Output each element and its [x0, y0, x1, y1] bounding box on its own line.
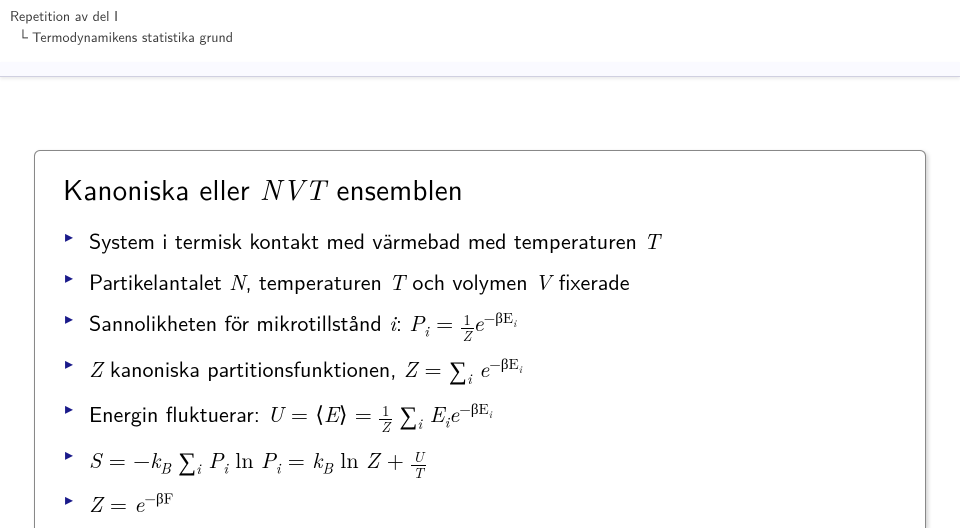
- exp: −βE: [489, 353, 518, 374]
- exp: −βF: [144, 488, 173, 509]
- sym-e: e: [479, 353, 489, 384]
- sym-e: e: [449, 398, 459, 429]
- ln: ln: [228, 444, 261, 475]
- sum-sub: i: [467, 368, 472, 391]
- sym-k: k: [312, 444, 322, 475]
- header-divider: [0, 62, 960, 77]
- exp: −βE: [484, 307, 513, 328]
- sub-B: B: [160, 457, 171, 478]
- list-item: Z = e−βF: [63, 486, 897, 521]
- sym-V: V: [535, 266, 551, 297]
- angle-left-icon: ⟨: [315, 398, 324, 429]
- bullet-list: System i termisk kontakt med värmebad me…: [63, 223, 897, 522]
- fraction: UT: [411, 450, 426, 481]
- sym-S: S: [89, 444, 101, 475]
- sym-Z: Z: [366, 444, 380, 475]
- sym-E: E: [324, 398, 339, 429]
- frac-den: Z: [461, 329, 474, 344]
- list-item: Energin fluktuerar: U = ⟨E⟩ = 1Z ∑iEie−β…: [63, 395, 897, 435]
- sym-e: e: [134, 488, 144, 519]
- sym-N: N: [229, 266, 245, 297]
- ln: ln: [333, 444, 366, 475]
- sym-Z: Z: [89, 488, 103, 519]
- sym-Z: Z: [404, 353, 418, 384]
- title-text-post: ensemblen: [327, 167, 463, 209]
- slide-title: Kanoniska eller NVT ensemblen: [63, 167, 897, 209]
- eq: = −: [101, 444, 150, 475]
- fraction: 1Z: [379, 404, 392, 435]
- tree-branch-icon: └: [18, 27, 32, 48]
- exp-sub: i: [513, 316, 516, 330]
- eq: =: [347, 398, 379, 429]
- sym-E: E: [430, 398, 445, 429]
- eq: =: [103, 488, 135, 519]
- frac-den: T: [411, 466, 426, 481]
- item-text: kanoniska partitionsfunktionen,: [103, 352, 404, 384]
- breadcrumb: Repetition av del I └Termodynamikens sta…: [10, 6, 233, 48]
- item-text: , temperaturen: [245, 265, 389, 297]
- eq: =: [284, 398, 316, 429]
- item-text: Partikelantalet: [89, 265, 229, 297]
- fraction: 1Z: [461, 313, 474, 344]
- list-item: Z kanoniska partitionsfunktionen, Z = ∑i…: [63, 350, 897, 389]
- frac-den: Z: [379, 420, 392, 435]
- sym-k: k: [150, 444, 160, 475]
- sum-sub: i: [418, 413, 423, 436]
- sum-icon: ∑i: [400, 395, 418, 434]
- exp-sub: i: [519, 362, 522, 376]
- item-text: och volymen: [405, 265, 535, 297]
- sym-P: P: [261, 444, 276, 475]
- list-item: Partikelantalet N, temperaturen T och vo…: [63, 264, 897, 299]
- eq: =: [280, 444, 312, 475]
- sym-P: P: [409, 307, 424, 338]
- sum-icon: ∑i: [449, 350, 467, 389]
- eq: =: [429, 307, 461, 338]
- item-text: Energin fluktuerar:: [89, 397, 267, 429]
- sym-P: P: [208, 444, 223, 475]
- item-text: :: [396, 306, 409, 338]
- item-text: System i termisk kontakt med värmebad me…: [89, 224, 644, 256]
- exp: −βE: [459, 398, 488, 419]
- slide-content: Kanoniska eller NVT ensemblen System i t…: [34, 150, 926, 528]
- sum-sub: i: [196, 458, 201, 481]
- sum-icon: ∑i: [178, 441, 196, 480]
- title-nvt: NVT: [260, 168, 327, 209]
- sym-U: U: [267, 398, 283, 429]
- plus: +: [379, 444, 411, 475]
- item-text: Sannolikheten för mikrotillstånd: [89, 306, 389, 338]
- sym-e: e: [474, 307, 484, 338]
- eq: =: [417, 353, 449, 384]
- breadcrumb-line2-text: Termodynamikens statistika grund: [32, 27, 233, 47]
- sym-T: T: [389, 266, 405, 297]
- list-item: System i termisk kontakt med värmebad me…: [63, 223, 897, 258]
- exp-sub: i: [489, 407, 492, 421]
- sym-Z: Z: [89, 353, 103, 384]
- sub-B: B: [322, 457, 333, 478]
- list-item: Sannolikheten för mikrotillstånd i: Pi =…: [63, 305, 897, 344]
- sym-i: i: [389, 307, 396, 338]
- breadcrumb-line1: Repetition av del I: [10, 6, 233, 27]
- breadcrumb-line2: └Termodynamikens statistika grund: [18, 27, 233, 48]
- title-text-pre: Kanoniska eller: [63, 167, 260, 209]
- sym-T: T: [644, 225, 660, 256]
- list-item: S = −kB ∑iPi ln Pi = kB ln Z + UT: [63, 441, 897, 481]
- item-text: fixerade: [551, 265, 629, 297]
